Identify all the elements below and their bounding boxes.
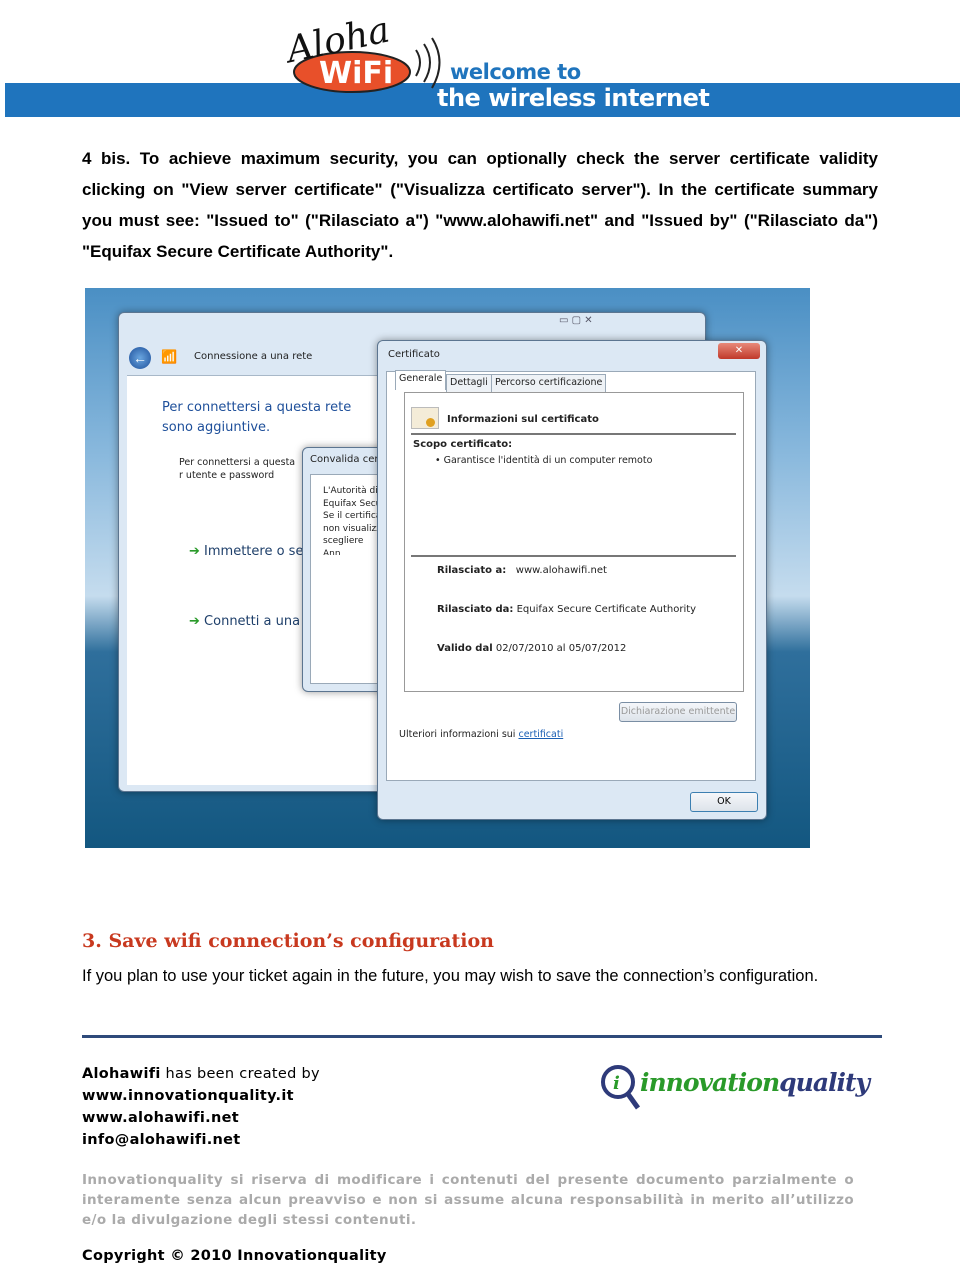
valid-from: 02/07/2010 [495, 643, 554, 654]
ok-button[interactable]: OK [690, 792, 758, 812]
email-link[interactable]: info@alohawifi.net [82, 1132, 241, 1148]
footer-divider [82, 1035, 882, 1038]
certificate-screenshot: ▭ ▢ ✕ ← 📶 Connessione a una rete Per con… [85, 288, 810, 848]
link-alohawifi[interactable]: www.alohawifi.net [82, 1110, 239, 1126]
network-heading: Per connettersi a questa rete sono aggiu… [162, 400, 352, 435]
copyright: Copyright © 2010 Innovationquality [82, 1248, 387, 1264]
validate-text: L'Autorità di Equifax Secu Se il certifi… [323, 486, 382, 555]
issued-by-label: Rilasciato da: [437, 604, 514, 615]
issued-to-label: Rilasciato a: [437, 565, 507, 576]
tab-generale[interactable]: Generale [395, 370, 447, 390]
validate-title: Convalida cer [310, 454, 379, 465]
tab-percorso[interactable]: Percorso certificazione [491, 374, 607, 392]
certificates-link[interactable]: certificati [518, 729, 563, 740]
section-body: If you plan to use your ticket again in … [82, 967, 819, 985]
certificate-dialog: Certificato ✕ Generale Dettagli Percorso… [377, 340, 767, 820]
intro-paragraph: 4 bis. To achieve maximum security, you … [82, 149, 878, 261]
innovationquality-logo: innovationquality [640, 1068, 870, 1097]
link-innovationquality[interactable]: www.innovationquality.it [82, 1088, 294, 1104]
valid-to-label: al [556, 643, 566, 654]
issued-by-value: Equifax Secure Certificate Authority [516, 604, 697, 615]
tab-dettagli[interactable]: Dettagli [446, 374, 492, 392]
option-connect[interactable]: ➔ Connetti a una [189, 614, 300, 629]
close-icon[interactable]: ✕ [718, 343, 760, 359]
tagline: the wireless internet [437, 84, 710, 112]
network-window-title: Connessione a una rete [194, 351, 313, 362]
valid-label: Valido dal [437, 643, 493, 654]
scope-label: Scopo certificato: [413, 439, 513, 450]
created-by: Alohawifi has been created by [82, 1066, 320, 1082]
cert-dialog-title: Certificato [388, 349, 440, 360]
alohawifi-logo: WiFi Aloha [284, 9, 441, 93]
back-arrow-icon[interactable]: ← [129, 347, 151, 369]
section-heading: 3. Save wifi connection’s configuration [82, 930, 494, 952]
svg-text:i: i [613, 1073, 620, 1094]
certificate-icon [411, 407, 439, 429]
option-enter[interactable]: ➔ Immettere o se [189, 544, 303, 559]
scope-item: • Garantisce l'identità di un computer r… [435, 455, 653, 466]
network-icon: 📶 [161, 349, 178, 364]
valid-to: 05/07/2012 [568, 643, 627, 654]
window-controls[interactable]: ▭ ▢ ✕ [559, 315, 593, 326]
cert-panel: Generale Dettagli Percorso certificazion… [386, 370, 756, 781]
issuer-statement-button[interactable]: Dichiarazione emittente [619, 702, 737, 722]
more-info-text: Ulteriori informazioni sui [399, 729, 516, 740]
cert-info-title: Informazioni sul certificato [447, 414, 599, 425]
issued-to-value: www.alohawifi.net [515, 565, 607, 576]
network-desc: Per connettersi a questa r utente e pass… [179, 457, 296, 481]
welcome-text: welcome to [450, 60, 581, 84]
cert-info-box: Informazioni sul certificato Scopo certi… [404, 392, 744, 692]
disclaimer: Innovationquality si riserva di modifica… [82, 1172, 854, 1228]
